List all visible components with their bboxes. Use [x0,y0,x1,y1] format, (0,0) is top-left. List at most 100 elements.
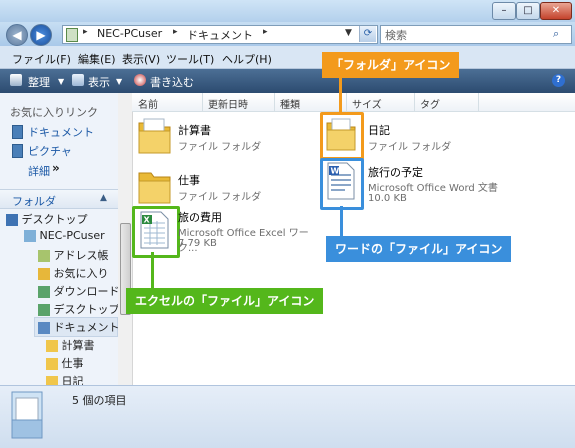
folder-callout-connector [339,78,342,114]
navigation-pane: お気に入りリンク ドキュメント ピクチャ 詳細 » フォルダ ▲ デスクトップ … [0,93,120,388]
details-pane: 5 個の項目 [0,385,575,448]
search-box[interactable]: 検索 ⌕ [380,25,572,44]
search-input[interactable]: 検索 [385,27,407,43]
arrow-right-icon: ▶ [36,28,46,42]
tree-item-keisansho[interactable]: 計算書 [46,337,95,353]
desktop-folder-icon [38,304,50,316]
tree-item-favorites[interactable]: お気に入り [38,265,109,281]
tree-item-contacts[interactable]: アドレス帳 [38,247,109,263]
documents-icon [38,322,50,334]
breadcrumb-separator-icon[interactable]: ▸ [263,27,268,37]
folders-header-bar[interactable]: フォルダ ▲ [0,189,118,209]
column-type[interactable]: 種類 [280,96,300,111]
excel-callout: エクセルの「ファイル」アイコン [126,288,324,314]
breadcrumb-root[interactable]: NEC-PCuser [97,27,162,40]
file-name: 仕事 [178,174,200,187]
maximize-button[interactable]: □ [516,2,540,20]
file-tile-nikki[interactable]: 日記 ファイル フォルダ [320,112,502,160]
column-date[interactable]: 更新日時 [208,96,248,111]
close-button[interactable]: ✕ [540,2,572,20]
minimize-button[interactable]: – [492,2,516,20]
minimize-icon: – [501,5,507,16]
file-size: 10.0 KB [368,193,407,204]
favorite-documents[interactable]: ドキュメント [28,124,94,140]
tree-item-downloads[interactable]: ダウンロード [38,283,120,299]
file-tile-shigoto[interactable]: 仕事 ファイル フォルダ [136,165,306,207]
nav-scrollbar[interactable] [118,93,133,385]
column-divider [414,93,415,111]
breadcrumb-separator-icon: ▸ [173,27,178,37]
chevron-down-icon[interactable]: ▼ [58,77,64,86]
word-callout-connector [340,206,343,236]
user-folder-icon [24,230,36,242]
file-tile-keisansho[interactable]: 計算書 ファイル フォルダ [136,115,306,157]
chevron-up-icon[interactable]: ▲ [100,193,107,203]
command-toolbar: 整理 ▼ 表示 ▼ 書き込む ? [0,69,575,93]
menu-help[interactable]: ヘルプ(H) [222,51,272,67]
word-document-icon: W [327,162,355,200]
downloads-icon [38,286,50,298]
folder-callout: 「フォルダ」アイコン [322,52,460,78]
double-chevron-icon[interactable]: » [52,161,60,175]
file-size: 7.79 KB [178,238,217,249]
file-name: 日記 [368,124,390,137]
star-icon [38,268,50,280]
chevron-down-icon[interactable]: ▼ [116,77,122,86]
burn-disc-icon [134,74,146,86]
column-size[interactable]: サイズ [352,96,382,111]
excel-sheet-icon: X [140,211,169,249]
tree-item-user[interactable]: NEC-PCuser [24,229,105,242]
file-type: ファイル フォルダ [368,142,452,153]
forward-button[interactable]: ▶ [30,24,52,46]
search-icon[interactable]: ⌕ [553,27,559,41]
burn-button[interactable]: 書き込む [150,74,194,90]
menu-bar: ファイル(F) 編集(E) 表示(V) ツール(T) ヘルプ(H) [0,46,575,69]
item-count: 5 個の項目 [72,394,127,407]
file-name: 旅の費用 [178,211,222,224]
view-button[interactable]: 表示 [88,74,110,90]
file-name: 旅行の予定 [368,166,423,179]
column-divider [202,93,203,111]
close-icon: ✕ [551,5,561,16]
address-bar[interactable]: ▸ NEC-PCuser ▸ ドキュメント ▸ ▼ ⟳ [62,25,378,44]
file-type: ファイル フォルダ [178,192,262,203]
dropdown-icon[interactable]: ▼ [345,28,352,38]
breadcrumb-current[interactable]: ドキュメント [187,27,253,43]
title-bar: – □ ✕ [0,0,575,22]
refresh-icon[interactable]: ⟳ [359,26,376,42]
column-header: 名前 更新日時 種類 サイズ タグ [132,93,575,112]
back-button[interactable]: ◀ [6,24,28,46]
tree-item-shigoto[interactable]: 仕事 [46,355,84,371]
column-tags[interactable]: タグ [420,96,440,111]
svg-text:X: X [144,216,151,225]
help-icon[interactable]: ? [552,74,565,87]
column-name[interactable]: 名前 [138,96,158,111]
favorites-more-link[interactable]: 詳細 [28,163,50,179]
maximize-icon: □ [523,5,533,16]
file-type: ファイル フォルダ [178,142,262,153]
tree-item-documents[interactable]: ドキュメント [38,319,120,335]
menu-file[interactable]: ファイル(F) [12,51,71,67]
views-icon [72,74,84,86]
tree-item-desktop-root[interactable]: デスクトップ [6,211,88,227]
pictures-icon [12,144,23,158]
organize-button[interactable]: 整理 [28,74,50,90]
folder-icon [138,172,171,204]
file-tile-tabi-hiyou[interactable]: X 旅の費用 Microsoft Office Excel ワーク... 7.7… [132,206,322,258]
favorite-pictures[interactable]: ピクチャ [28,143,72,159]
contacts-icon [38,250,50,262]
location-icon [66,28,78,42]
menu-edit[interactable]: 編集(E) [78,51,116,67]
menu-tools[interactable]: ツール(T) [166,51,214,67]
folders-header: フォルダ [12,195,56,208]
desktop-icon [6,214,18,226]
column-divider [274,93,275,111]
tree-item-desktop[interactable]: デスクトップ [38,301,120,317]
word-callout: ワードの「ファイル」アイコン [326,236,512,262]
excel-callout-connector [151,252,154,288]
favorites-header: お気に入りリンク [10,106,98,119]
menu-view[interactable]: 表示(V) [122,51,160,67]
arrow-left-icon: ◀ [12,28,22,42]
file-tile-ryokou[interactable]: W 旅行の予定 Microsoft Office Word 文書 10.0 KB [320,158,502,210]
folder-icon [326,118,356,151]
